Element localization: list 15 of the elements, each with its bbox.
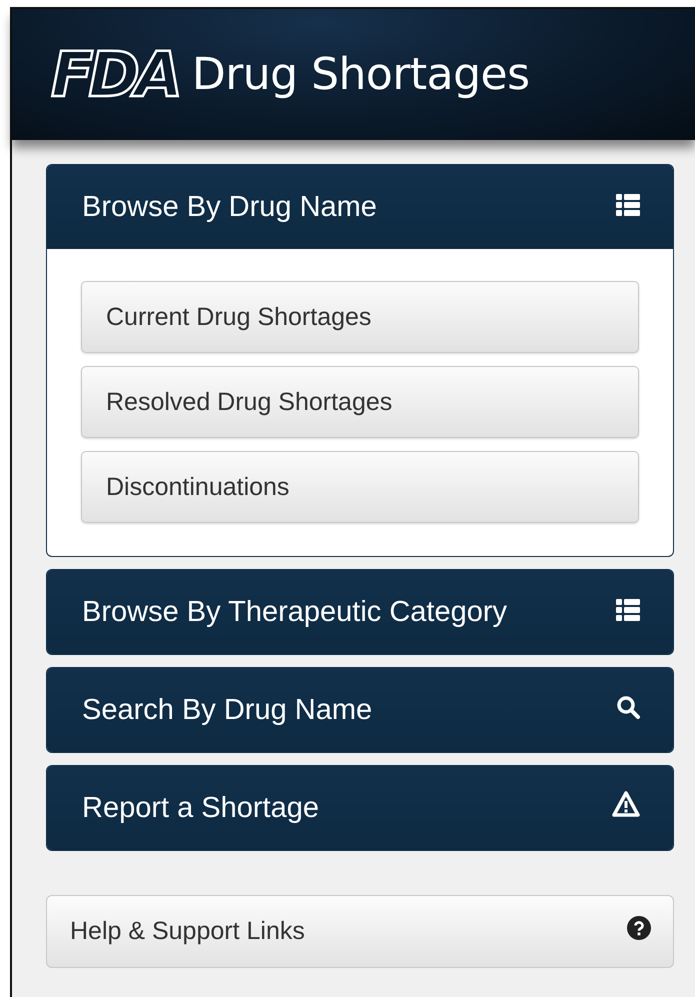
- logo[interactable]: FDA: [51, 44, 184, 106]
- panel-header[interactable]: Browse By Therapeutic Category: [47, 570, 673, 654]
- menu-item[interactable]: Discontinuations: [81, 451, 639, 523]
- search-icon: [616, 694, 640, 718]
- menu-item[interactable]: Resolved Drug Shortages: [81, 366, 639, 438]
- menu-item[interactable]: Current Drug Shortages: [81, 281, 639, 353]
- panel-header[interactable]: Report a Shortage: [47, 766, 673, 850]
- warning-icon: [612, 791, 640, 817]
- panel-header[interactable]: Search By Drug Name: [47, 668, 673, 752]
- app-title: Drug Shortages: [192, 49, 530, 100]
- list-icon: [616, 598, 640, 620]
- help-button[interactable]: Help & Support Links: [46, 895, 674, 968]
- panel-header[interactable]: Browse By Drug Name: [47, 165, 673, 249]
- list-icon: [616, 194, 640, 216]
- help-icon: [627, 916, 651, 940]
